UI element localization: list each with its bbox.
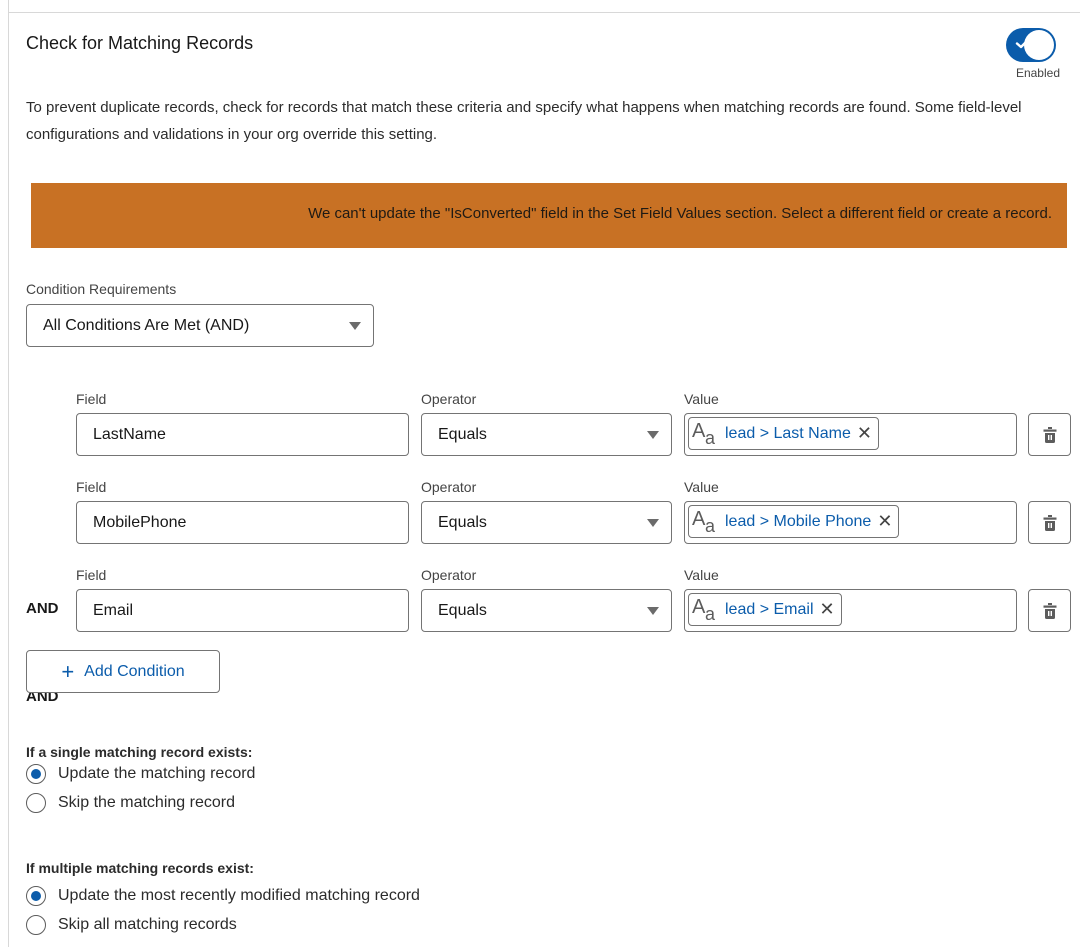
operator-select[interactable]: Equals [421, 413, 672, 456]
panel-left-border [8, 0, 9, 947]
remove-pill-icon[interactable]: ✕ [857, 423, 872, 444]
value-pill[interactable]: Aa lead > Email ✕ [688, 593, 842, 626]
warning-banner-text: We can't update the "IsConverted" field … [308, 205, 1052, 222]
condition-requirements-select[interactable]: All Conditions Are Met (AND) [26, 304, 374, 347]
field-input[interactable]: Email [76, 589, 409, 632]
delete-condition-button[interactable] [1028, 413, 1071, 456]
delete-condition-button[interactable] [1028, 501, 1071, 544]
toggle-status-label: Enabled [1015, 66, 1060, 80]
operator-select[interactable]: Equals [421, 501, 672, 544]
value-input[interactable]: Aa lead > Mobile Phone ✕ [684, 501, 1017, 544]
value-pill-label: lead > Last Name [725, 424, 851, 442]
single-match-option-skip[interactable]: Skip the matching record [26, 793, 235, 813]
trash-icon [1043, 515, 1057, 531]
field-value: MobilePhone [93, 514, 187, 531]
radio-label: Skip the matching record [58, 794, 235, 811]
radio-label: Update the matching record [58, 765, 256, 782]
value-input[interactable]: Aa lead > Email ✕ [684, 589, 1017, 632]
radio-unselected[interactable] [26, 915, 46, 935]
operator-value: Equals [438, 426, 487, 443]
toggle-knob [1024, 30, 1054, 60]
condition-requirements-label: Condition Requirements [26, 281, 177, 297]
single-match-heading: If a single matching record exists: [26, 744, 253, 760]
multiple-match-option-skip[interactable]: Skip all matching records [26, 915, 237, 935]
chevron-down-icon [647, 519, 659, 527]
operator-label: Operator [421, 567, 477, 583]
add-condition-button[interactable]: + Add Condition [26, 650, 220, 693]
value-pill-label: lead > Mobile Phone [725, 512, 872, 530]
remove-pill-icon[interactable]: ✕ [877, 511, 892, 532]
section-description: To prevent duplicate records, check for … [26, 99, 1022, 143]
field-label: Field [76, 479, 107, 495]
multiple-match-option-update[interactable]: Update the most recently modified matchi… [26, 886, 420, 906]
field-input[interactable]: LastName [76, 413, 409, 456]
multiple-match-heading: If multiple matching records exist: [26, 860, 254, 876]
warning-banner: We can't update the "IsConverted" field … [31, 183, 1067, 248]
text-type-icon: Aa [692, 595, 716, 624]
value-pill-label: lead > Email [725, 600, 814, 618]
radio-label: Update the most recently modified matchi… [58, 887, 420, 904]
text-type-icon: Aa [692, 507, 716, 536]
field-value: LastName [93, 426, 166, 443]
radio-selected[interactable] [26, 886, 46, 906]
delete-condition-button[interactable] [1028, 589, 1071, 632]
value-label: Value [684, 391, 719, 407]
value-label: Value [684, 479, 719, 495]
enabled-toggle[interactable] [1006, 28, 1056, 62]
operator-label: Operator [421, 391, 477, 407]
field-value: Email [93, 602, 134, 619]
add-condition-label: Add Condition [84, 662, 185, 680]
value-input[interactable]: Aa lead > Last Name ✕ [684, 413, 1017, 456]
operator-label: Operator [421, 479, 477, 495]
radio-unselected[interactable] [26, 793, 46, 813]
field-label: Field [76, 391, 107, 407]
operator-value: Equals [438, 602, 487, 619]
single-match-option-update[interactable]: Update the matching record [26, 764, 255, 784]
plus-icon: + [61, 658, 75, 684]
text-type-icon: Aa [692, 419, 716, 448]
value-pill[interactable]: Aa lead > Mobile Phone ✕ [688, 505, 900, 538]
chevron-down-icon [647, 431, 659, 439]
remove-pill-icon[interactable]: ✕ [820, 599, 835, 620]
chevron-down-icon [349, 322, 361, 330]
operator-select[interactable]: Equals [421, 589, 672, 632]
condition-connector: AND [26, 600, 59, 617]
value-label: Value [684, 567, 719, 583]
trash-icon [1043, 603, 1057, 619]
value-pill[interactable]: Aa lead > Last Name ✕ [688, 417, 879, 450]
panel-top-divider [8, 12, 1080, 13]
trash-icon [1043, 427, 1057, 443]
radio-selected[interactable] [26, 764, 46, 784]
field-label: Field [76, 567, 107, 583]
condition-requirements-value: All Conditions Are Met (AND) [43, 317, 250, 334]
field-input[interactable]: MobilePhone [76, 501, 409, 544]
chevron-down-icon [647, 607, 659, 615]
radio-label: Skip all matching records [58, 916, 237, 933]
section-title: Check for Matching Records [26, 33, 254, 53]
operator-value: Equals [438, 514, 487, 531]
